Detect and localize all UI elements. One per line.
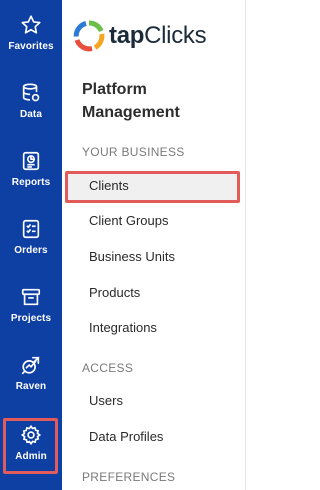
orders-icon [22, 219, 40, 239]
left-nav-rail: Favorites Data Reports Orders Projects R… [0, 0, 62, 490]
projects-icon [21, 288, 41, 306]
section-heading-access: ACCESS [82, 361, 134, 375]
nav-item-clients[interactable]: Clients [89, 178, 129, 193]
nav-item-products[interactable]: Products [89, 285, 140, 300]
rail-label-projects: Projects [10, 313, 52, 324]
rail-label-favorites: Favorites [8, 41, 54, 52]
rail-label-orders: Orders [14, 245, 48, 256]
rail-label-raven: Raven [15, 381, 47, 392]
rail-item-reports[interactable]: Reports [0, 150, 62, 214]
star-icon [21, 15, 41, 34]
rail-item-favorites[interactable]: Favorites [0, 14, 62, 78]
rail-item-projects[interactable]: Projects [0, 286, 62, 350]
logo-text-bold: tap [109, 22, 145, 49]
raven-icon [21, 356, 40, 375]
logo-ring-icon [73, 20, 105, 52]
admin-side-panel: tapClicks Platform Management YOUR BUSIN… [62, 0, 246, 490]
rail-item-orders[interactable]: Orders [0, 218, 62, 282]
tapclicks-logo: tapClicks [73, 20, 207, 52]
nav-item-client-groups[interactable]: Client Groups [89, 213, 168, 228]
rail-label-data: Data [19, 109, 43, 120]
rail-item-raven[interactable]: Raven [0, 354, 62, 418]
nav-item-business-units[interactable]: Business Units [89, 249, 175, 264]
admin-highlight-box [3, 418, 58, 474]
report-icon [22, 151, 40, 171]
rail-label-reports: Reports [11, 177, 51, 188]
logo-text: tapClicks [109, 22, 207, 50]
section-heading-preferences: PREFERENCES [82, 470, 176, 484]
section-heading-your-business: YOUR BUSINESS [82, 145, 185, 159]
rail-item-data[interactable]: Data [0, 82, 62, 146]
logo-text-rest: Clicks [144, 22, 207, 49]
panel-title: Platform Management [82, 81, 180, 121]
nav-item-integrations[interactable]: Integrations [89, 320, 157, 335]
database-icon [22, 83, 40, 102]
nav-item-data-profiles[interactable]: Data Profiles [89, 429, 163, 444]
nav-item-users[interactable]: Users [89, 393, 123, 408]
